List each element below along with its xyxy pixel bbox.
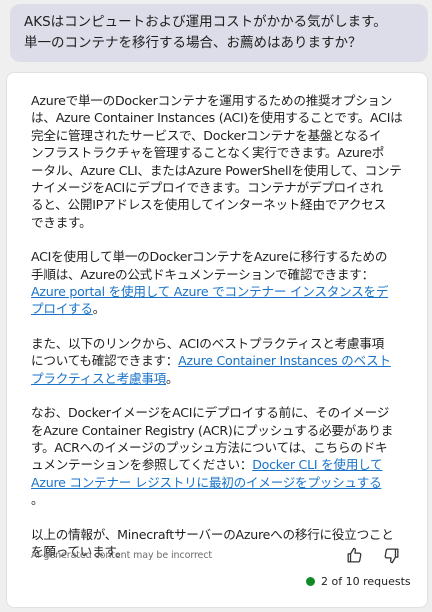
assistant-response-card: Azureで単一のDockerコンテナを運用するための推奨オプション は、Azu…: [6, 72, 428, 608]
response-body: Azureで単一のDockerコンテナを運用するための推奨オプション は、Azu…: [31, 92, 416, 577]
thumbs-up-icon: [347, 547, 361, 562]
aci-portal-deploy-link[interactable]: Azure portal を使用して Azure でコンテナー インスタンスをデ: [31, 284, 388, 299]
ai-disclaimer: AI-generated content may be incorrect: [31, 550, 213, 561]
text-line: ータル、Azure CLI、またはAzure PowerShellを使用して、コ…: [31, 162, 402, 178]
text-line: ると、公開IPアドレスを使用してインターネット経由でアクセス: [31, 197, 386, 213]
status-dot-icon: [306, 577, 315, 586]
request-counter: 2 of 10 requests: [306, 575, 411, 588]
punctuation: 。: [166, 370, 179, 386]
aci-best-practices-link[interactable]: Azure Container Instances のベスト: [178, 353, 391, 368]
user-message-bubble: AKSはコンピュートおよび運用コストがかかる気がします。 単一のコンテナを移行す…: [10, 4, 428, 62]
punctuation: 。: [31, 492, 44, 508]
acr-push-image-link[interactable]: Docker CLI を使用して: [252, 457, 382, 472]
text-line: をAzure Container Registry (ACR)にプッシュする必要…: [31, 422, 394, 438]
user-message-line: AKSはコンピュートおよび運用コストがかかる気がします。: [24, 14, 387, 30]
thumbs-down-button[interactable]: [379, 543, 403, 567]
text-line: は、Azure Container Instances (ACI)を使用すること…: [31, 110, 403, 126]
text-line: 完全に管理されたサービスで、Dockerコンテナを基盤となるイ: [31, 127, 382, 143]
response-paragraph-3: また、以下のリンクから、ACIのベストプラクティスと考慮事項 についても確認でき…: [31, 335, 416, 387]
text-line: 以上の情報が、MinecraftサーバーのAzureへの移行に役立つこと: [31, 526, 394, 542]
text-line: 手順は、Azureの公式ドキュメンテーションで確認できます：: [31, 266, 374, 282]
link-line: プラクティスと考慮事項。: [31, 370, 416, 387]
link-line: Azure portal を使用して Azure でコンテナー インスタンスをデ: [31, 283, 416, 300]
text-segment: ュメンテーションを参照してください：: [31, 457, 253, 473]
thumbs-down-icon: [384, 548, 398, 563]
aci-best-practices-link-continued[interactable]: プラクティスと考慮事項: [31, 371, 166, 386]
text-line: ナイメージをACIにデプロイできます。コンテナがデプロイされ: [31, 180, 383, 196]
request-count-text: 2 of 10 requests: [321, 575, 411, 588]
text-line: ACIを使用して単一のDockerコンテナをAzureに移行するための: [31, 249, 388, 265]
punctuation: 。: [92, 301, 106, 317]
text-line: なお、DockerイメージをACIにデプロイする前に、そのイメージ: [31, 405, 390, 421]
response-paragraph-4: なお、DockerイメージをACIにデプロイする前に、そのイメージ をAzure…: [31, 404, 416, 508]
text-line: す。ACRへのイメージのプッシュ方法については、こちらのドキ: [31, 439, 388, 455]
response-paragraph-2: ACIを使用して単一のDockerコンテナをAzureに移行するための 手順は、…: [31, 248, 416, 318]
mixed-line: ュメンテーションを参照してください：Docker CLI を使用して: [31, 456, 416, 473]
mixed-line: についても確認できます：Azure Container Instances のベ…: [31, 352, 416, 369]
link-line: Azure コンテナー レジストリに最初のイメージをプッシュする: [31, 474, 416, 491]
text-segment: についても確認できます：: [31, 353, 179, 369]
thumbs-up-button[interactable]: [342, 543, 366, 567]
link-line: 。: [31, 491, 416, 508]
text-line: Azureで単一のDockerコンテナを運用するための推奨オプション: [31, 93, 393, 108]
acr-push-image-link-continued[interactable]: Azure コンテナー レジストリに最初のイメージをプッシュする: [31, 475, 382, 490]
aci-portal-deploy-link-continued[interactable]: プロイする: [31, 301, 93, 316]
text-line: できます。: [31, 214, 92, 230]
response-paragraph-1: Azureで単一のDockerコンテナを運用するための推奨オプション は、Azu…: [31, 92, 416, 231]
text-line: また、以下のリンクから、ACIのベストプラクティスと考慮事項: [31, 335, 384, 351]
link-line: プロイする。: [31, 300, 416, 317]
user-message-line: 単一のコンテナを移行する場合、お薦めはありますか？: [24, 35, 362, 51]
text-line: ンフラストラクチャを管理することなく実行できます。Azureポ: [31, 145, 385, 161]
